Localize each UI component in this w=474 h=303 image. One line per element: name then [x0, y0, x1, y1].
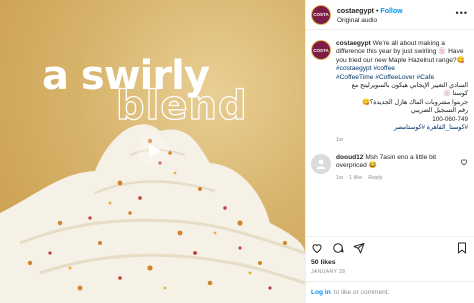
- caption-username[interactable]: costaegypt: [336, 40, 371, 47]
- save-button[interactable]: [456, 242, 468, 254]
- header-text: costaegypt • Follow Original audio: [337, 4, 403, 25]
- post-header: COSTA costaegypt • Follow Original audio •…: [305, 0, 474, 30]
- like-button[interactable]: [311, 242, 323, 254]
- avatar-label: COSTA: [313, 12, 329, 17]
- caption-hashtags-2[interactable]: #CoffeeTime #CoffeeLover #Cafe: [336, 74, 468, 82]
- caption-time: 1w: [336, 137, 344, 144]
- caption-avatar[interactable]: COSTA: [311, 40, 331, 60]
- login-link[interactable]: Log in: [311, 289, 331, 296]
- caption-phone: 100-060-749: [432, 115, 468, 123]
- post-video[interactable]: a swirly blend: [0, 0, 305, 303]
- comment-meta: 1w 1 like Reply: [336, 174, 456, 182]
- caption-arabic-tags[interactable]: #كوستا_القاهرة #كوستامصر: [336, 124, 468, 132]
- caption-arabic-3: رقم التسجيل الضريبي: [410, 107, 468, 115]
- username-link[interactable]: costaegypt: [337, 8, 374, 15]
- instagram-post: a swirly blend COSTA costaegypt • Follow O…: [0, 0, 474, 303]
- more-options-icon[interactable]: •••: [456, 8, 468, 18]
- caption: COSTA costaegypt We're all about making …: [311, 40, 468, 145]
- comment-item: dooud12 Msh 7asin eno a little bit overp…: [311, 153, 468, 182]
- share-icon: [353, 242, 365, 253]
- audio-link[interactable]: Original audio: [337, 16, 403, 25]
- comments-section: COSTA costaegypt We're all about making …: [305, 30, 474, 236]
- headline-line-2: blend: [115, 82, 248, 129]
- post-sidebar: COSTA costaegypt • Follow Original audio •…: [305, 0, 474, 303]
- avatar[interactable]: COSTA: [311, 4, 331, 25]
- caption-arabic-1: السادي التغيير الإيجابي هيكون بالسويرلين…: [351, 82, 468, 98]
- comment-heart-icon[interactable]: [460, 158, 468, 166]
- default-user-icon: [316, 159, 326, 169]
- play-icon[interactable]: [136, 134, 170, 168]
- comment-body: dooud12 Msh 7asin eno a little bit overp…: [336, 154, 456, 182]
- caption-arabic-2: جربتوا مشروبات الماك هازل الجديدة؟😋: [362, 98, 468, 106]
- action-bar: [305, 236, 474, 258]
- comment-time: 1w: [336, 174, 344, 181]
- comment-button[interactable]: [332, 242, 344, 254]
- reply-button[interactable]: Reply: [368, 175, 382, 181]
- comment-avatar[interactable]: [311, 153, 331, 174]
- caption-avatar-label: COSTA: [313, 47, 329, 53]
- comment-icon: [333, 242, 344, 253]
- login-text: to like or comment.: [333, 289, 390, 296]
- heart-icon: [312, 243, 322, 253]
- caption-body: costaegypt We're all about making a diff…: [336, 40, 468, 145]
- bookmark-icon: [458, 242, 466, 253]
- comment-likes[interactable]: 1 like: [349, 175, 362, 181]
- post-date: JANUARY 28: [311, 269, 346, 275]
- share-button[interactable]: [353, 242, 365, 254]
- caption-hashtags-1[interactable]: #costaegypt #coffee: [336, 65, 468, 73]
- likes-count[interactable]: 50 likes: [305, 258, 474, 268]
- login-prompt: Log in to like or comment.: [305, 281, 474, 303]
- follow-button[interactable]: Follow: [380, 8, 402, 15]
- separator-dot: •: [375, 8, 379, 15]
- comment-username[interactable]: dooud12: [336, 154, 363, 161]
